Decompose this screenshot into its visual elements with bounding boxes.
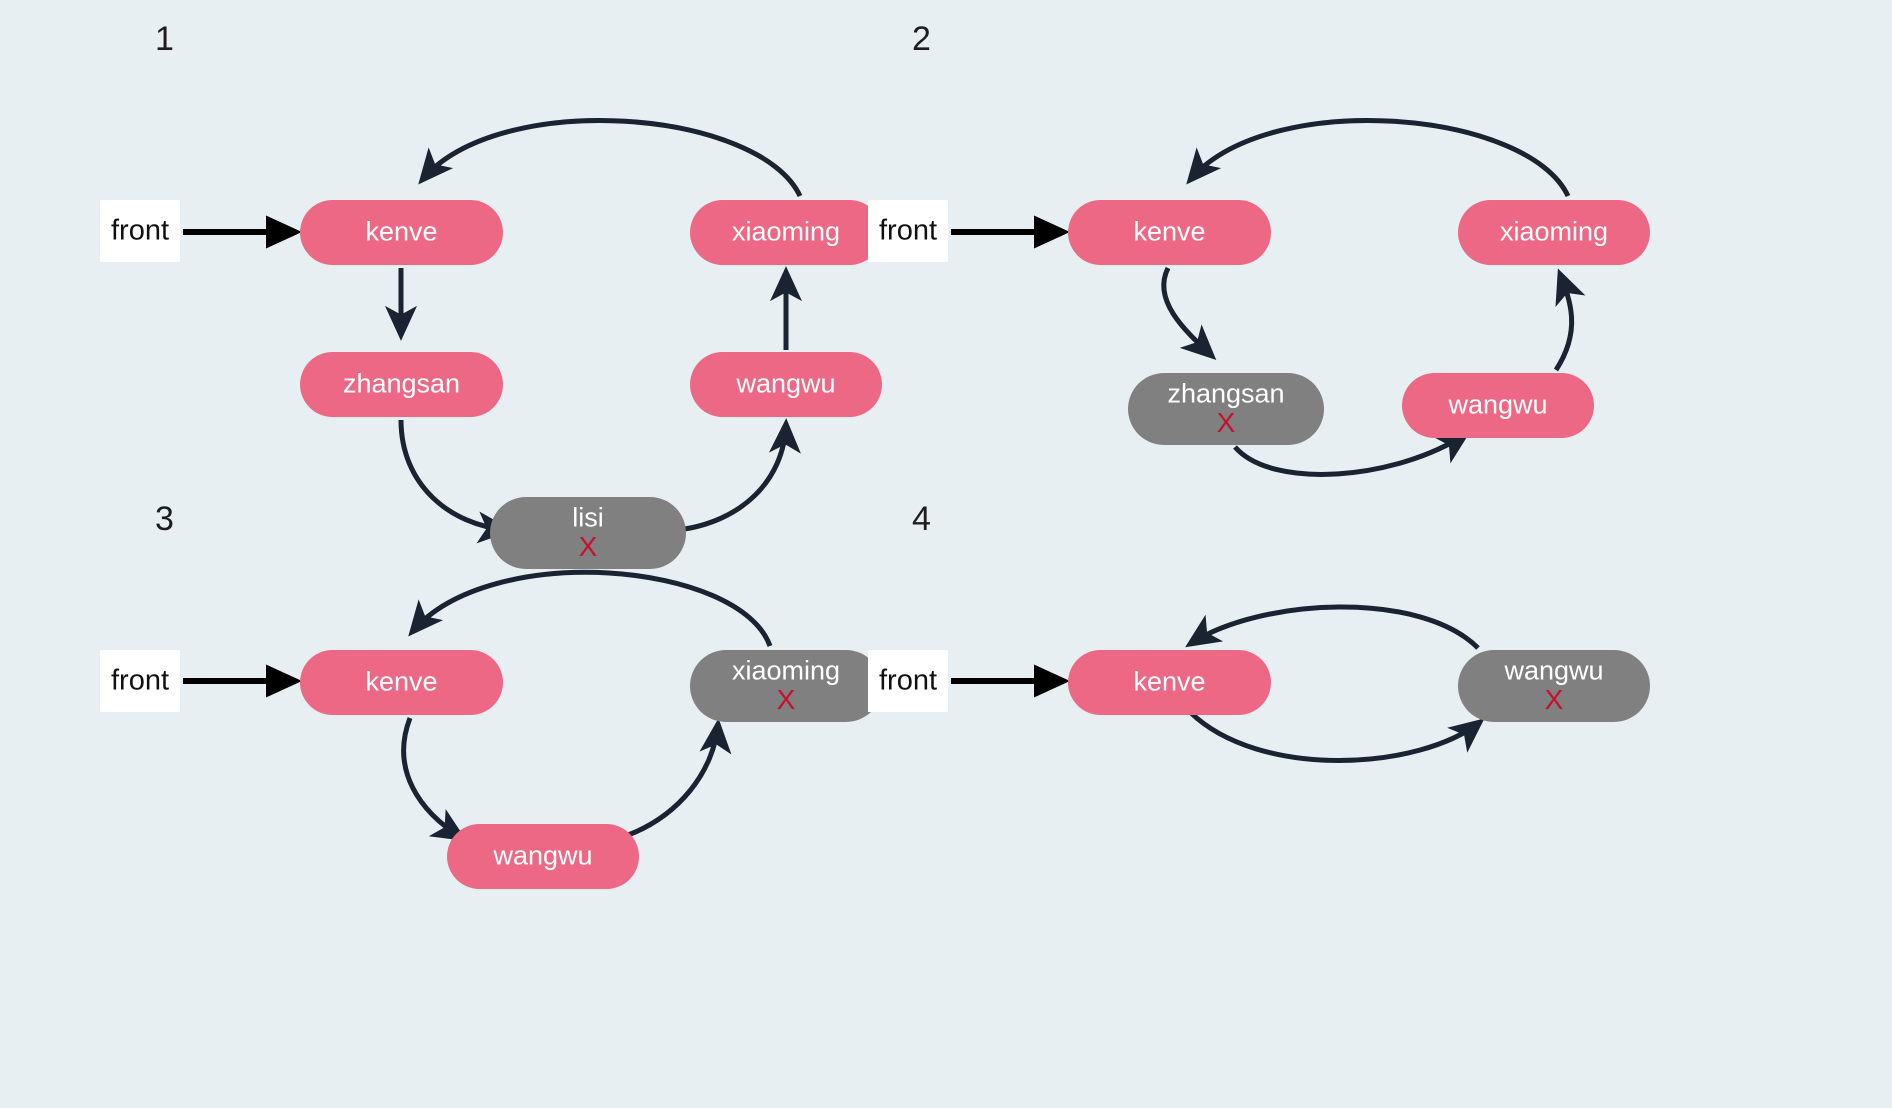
node-wangwu[interactable]: wangwuX	[1458, 650, 1650, 722]
node-xiaoming[interactable]: xiaomingX	[690, 650, 882, 722]
front-pointer-label: front	[879, 665, 937, 697]
edge-xiaoming-to-kenve	[408, 569, 773, 647]
node-xiaoming[interactable]: xiaoming	[690, 200, 882, 265]
front-pointer-label: front	[111, 665, 169, 697]
node-wangwu[interactable]: wangwu	[690, 352, 882, 417]
panel-2: 2front kenvezhangsanXwangwuxiaoming	[868, 20, 1650, 477]
node-label: wangwu	[492, 841, 592, 871]
edge-kenve-to-wangwu	[401, 717, 467, 842]
node-wangwu[interactable]: wangwu	[1402, 373, 1594, 438]
edge-zhangsan-to-lisi	[398, 419, 513, 544]
edge-wangwu-to-xiaoming	[1553, 268, 1586, 372]
node-label: kenve	[365, 217, 437, 247]
edge-xiaoming-to-kenve	[1186, 118, 1571, 198]
panel-4: 4 front kenve wangwuX	[868, 500, 1650, 763]
node-xiaoming[interactable]: xiaoming	[1458, 200, 1650, 265]
diagram-canvas: 1 front kenve zhangsan lisi Xwangwu xiaoming 2 f…	[0, 0, 1892, 1108]
node-kenve[interactable]: kenve	[300, 650, 503, 715]
node-wangwu[interactable]: wangwu	[447, 824, 639, 889]
node-label: wangwu	[1503, 655, 1603, 685]
panel-3: 3front kenvewangwuxiaomingX	[100, 500, 882, 889]
node-label: kenve	[1133, 667, 1205, 697]
node-label: xiaoming	[732, 655, 840, 685]
edge-lisi-to-wangwu	[677, 418, 801, 533]
node-label: lisi	[572, 502, 604, 532]
edge-kenve-to-zhangsan	[1161, 266, 1217, 360]
linked-list-deletion-diagram: 1front kenvezhangsanlisiXwangwuxiaoming2f…	[100, 20, 1650, 889]
node-label: wangwu	[1447, 390, 1547, 420]
node-removed-marker: X	[1217, 407, 1236, 438]
panel-number-label: 3	[155, 500, 174, 538]
edge-xiaoming-to-kenve	[418, 118, 803, 198]
node-kenve[interactable]: kenve	[1068, 650, 1271, 715]
node-label: xiaoming	[1500, 217, 1608, 247]
front-pointer-label: front	[879, 215, 937, 247]
node-label: zhangsan	[1167, 378, 1284, 408]
edge-wangwu-to-xiaoming	[619, 718, 732, 841]
node-kenve[interactable]: kenve	[300, 200, 503, 265]
node-removed-marker: X	[1545, 684, 1564, 715]
node-label: wangwu	[735, 369, 835, 399]
node-zhangsan[interactable]: zhangsanX	[1128, 373, 1324, 445]
node-label: xiaoming	[732, 217, 840, 247]
node-label: zhangsan	[343, 369, 460, 399]
edge-kenve-to-wangwu	[1188, 710, 1485, 763]
node-label: kenve	[1133, 217, 1205, 247]
panel-number-label: 4	[912, 500, 931, 538]
panel-number-label: 2	[912, 20, 931, 58]
node-zhangsan[interactable]: zhangsan	[300, 352, 503, 417]
edge-wangwu-to-kenve	[1185, 604, 1480, 650]
panel-1: 1front kenvezhangsanlisiXwangwuxiaoming	[100, 20, 882, 569]
node-lisi[interactable]: lisiX	[490, 497, 686, 569]
node-kenve[interactable]: kenve	[1068, 200, 1271, 265]
node-removed-marker: X	[579, 531, 598, 562]
node-label: kenve	[365, 667, 437, 697]
panel-number-label: 1	[155, 20, 174, 58]
node-removed-marker: X	[777, 684, 796, 715]
front-pointer-label: front	[111, 215, 169, 247]
